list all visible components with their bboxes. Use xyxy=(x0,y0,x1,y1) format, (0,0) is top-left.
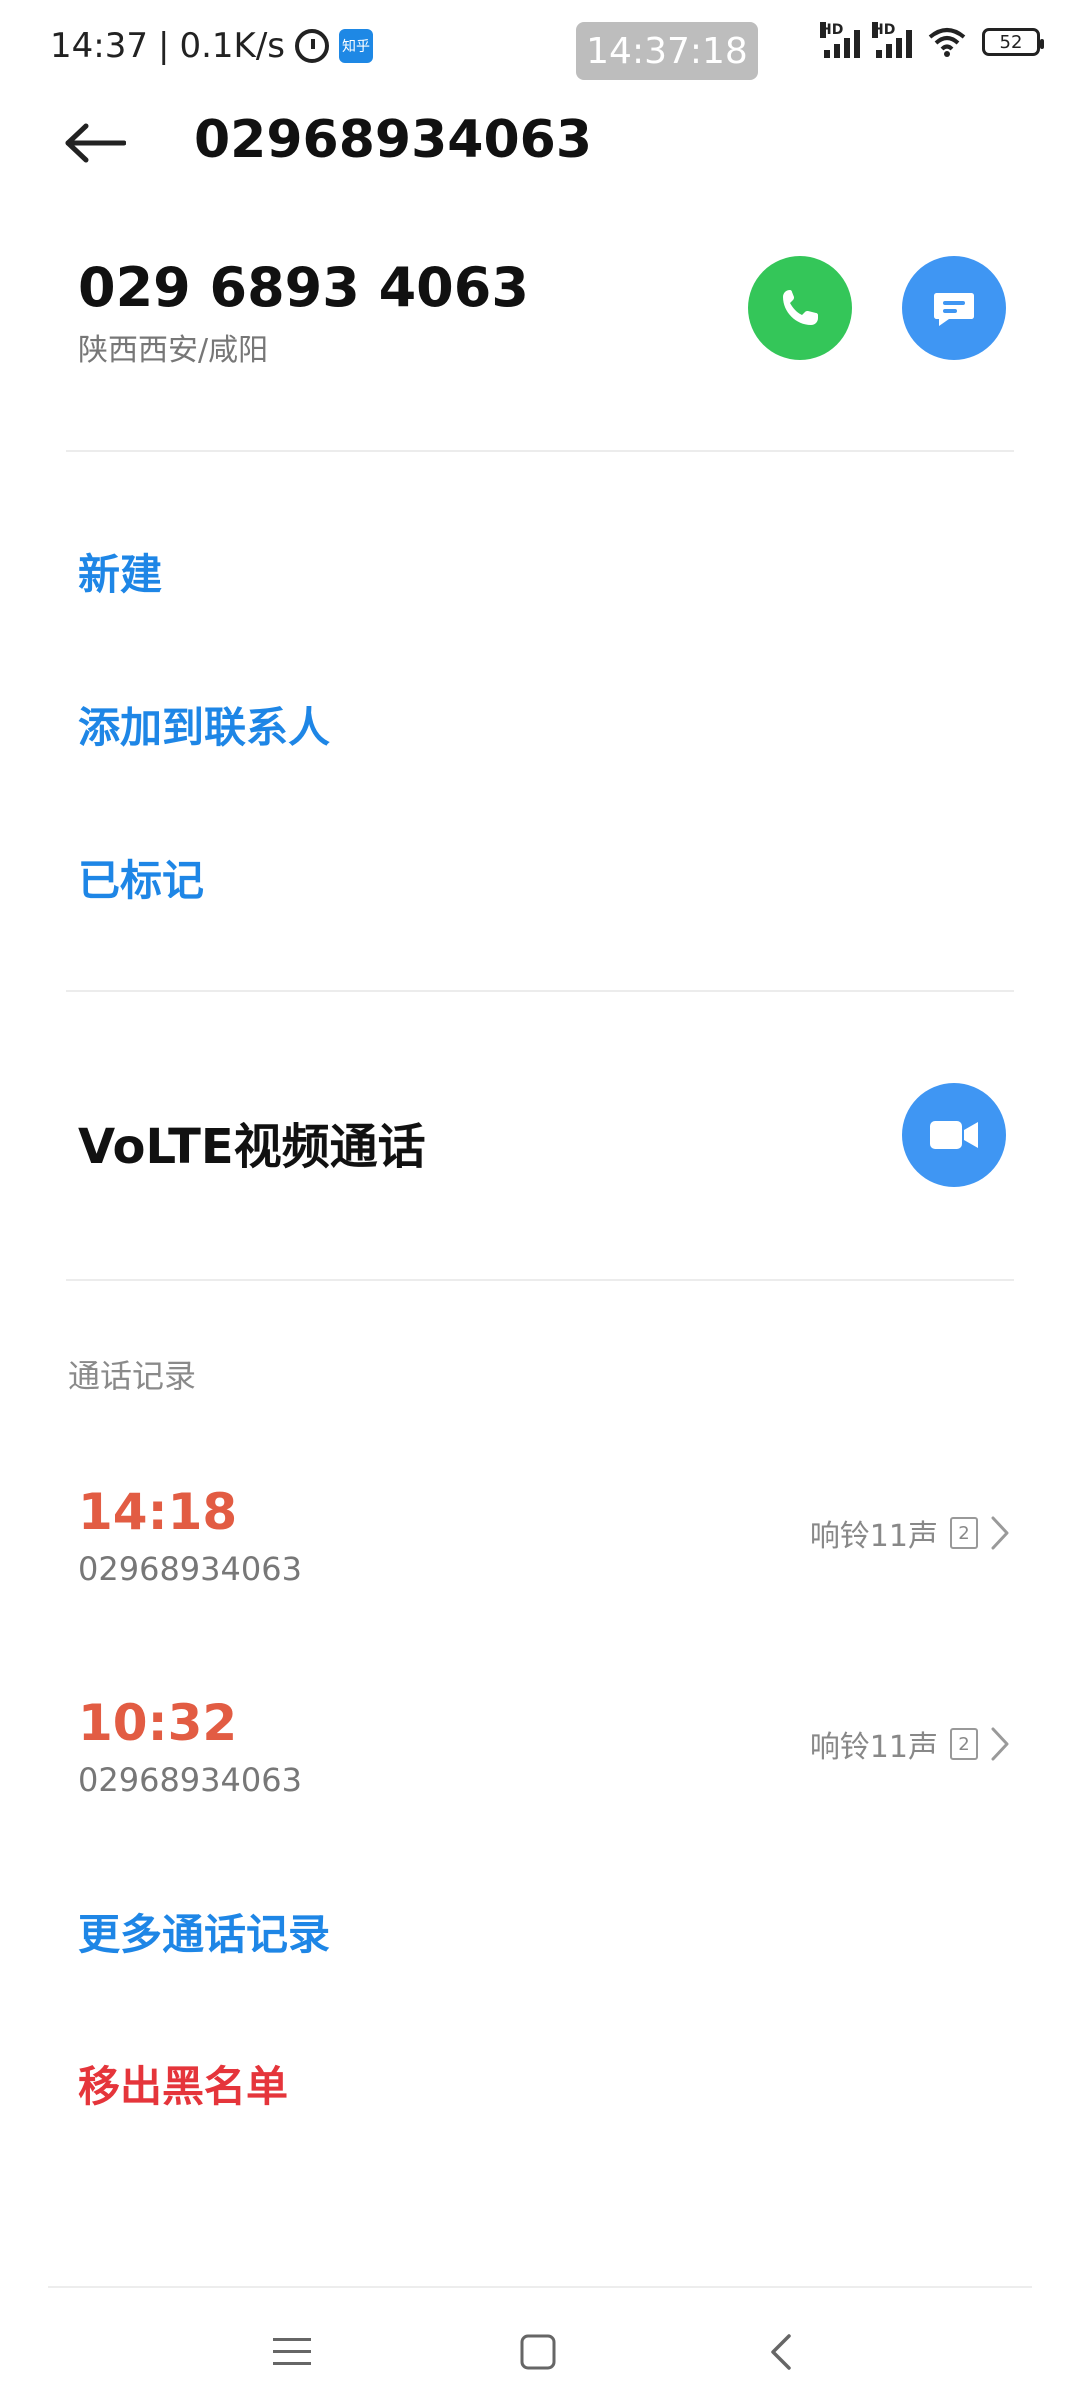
home-button[interactable] xyxy=(498,2312,578,2392)
number-location: 陕西西安/咸阳 xyxy=(78,333,269,368)
divider xyxy=(66,1279,1014,1281)
status-bar-left: 14:37 | 0.1K/s 知乎 xyxy=(50,26,373,66)
video-camera-icon xyxy=(930,1121,978,1149)
clock-overlay: 14:37:18 xyxy=(576,22,758,80)
call-button[interactable] xyxy=(748,256,852,360)
signal-hd-icon: HD xyxy=(820,22,860,58)
call-log-detail: 响铃11声 xyxy=(809,1519,938,1554)
nav-divider xyxy=(48,2286,1032,2288)
wifi-icon xyxy=(928,27,966,57)
back-button[interactable] xyxy=(64,112,126,174)
battery-icon: 52 xyxy=(982,28,1044,56)
menu-icon xyxy=(273,2338,311,2365)
call-log-section-title: 通话记录 xyxy=(68,1357,197,1395)
new-contact-button[interactable]: 新建 xyxy=(78,541,162,602)
network-speed: 0.1K/s xyxy=(179,26,285,66)
call-log-detail: 响铃11声 xyxy=(809,1730,938,1765)
phone-icon xyxy=(783,290,818,325)
marked-button[interactable]: 已标记 xyxy=(78,847,204,908)
menu-button[interactable] xyxy=(252,2312,332,2392)
status-bar-right: HD HD 52 xyxy=(820,22,1044,58)
status-time: 14:37 xyxy=(50,26,148,66)
sim-2-icon: 2 xyxy=(950,1517,978,1549)
call-log-detail-row[interactable]: 响铃11声 2 xyxy=(810,1722,1010,1766)
page-title: 02968934063 xyxy=(194,110,592,170)
call-log-number: 02968934063 xyxy=(78,1550,302,1588)
message-button[interactable] xyxy=(902,256,1006,360)
signal-hd-icon: HD xyxy=(872,22,912,58)
message-icon xyxy=(934,293,974,326)
chevron-right-icon xyxy=(991,1516,1009,1550)
call-log-detail-row[interactable]: 响铃11声 2 xyxy=(810,1511,1010,1555)
arrow-left-icon xyxy=(65,123,126,163)
sim-2-icon: 2 xyxy=(950,1728,978,1760)
video-call-button[interactable] xyxy=(902,1083,1006,1187)
call-log-time: 10:32 xyxy=(78,1694,238,1752)
add-to-contacts-button[interactable]: 添加到联系人 xyxy=(78,694,330,755)
divider xyxy=(66,990,1014,992)
home-square-icon xyxy=(520,2334,556,2370)
call-log-number: 02968934063 xyxy=(78,1761,302,1799)
remove-from-blacklist-button[interactable]: 移出黑名单 xyxy=(78,2053,288,2114)
back-nav-button[interactable] xyxy=(742,2312,822,2392)
zhihu-app-icon: 知乎 xyxy=(339,29,373,63)
battery-level: 52 xyxy=(999,31,1023,53)
chevron-right-icon xyxy=(991,1727,1009,1761)
volte-video-call-label: VoLTE视频通话 xyxy=(78,1119,426,1175)
formatted-number: 029 6893 4063 xyxy=(78,256,529,319)
call-log-time: 14:18 xyxy=(78,1483,238,1541)
divider xyxy=(66,450,1014,452)
chevron-left-icon xyxy=(771,2334,791,2370)
more-call-log-link[interactable]: 更多通话记录 xyxy=(78,1901,330,1962)
alarm-icon xyxy=(295,29,329,63)
